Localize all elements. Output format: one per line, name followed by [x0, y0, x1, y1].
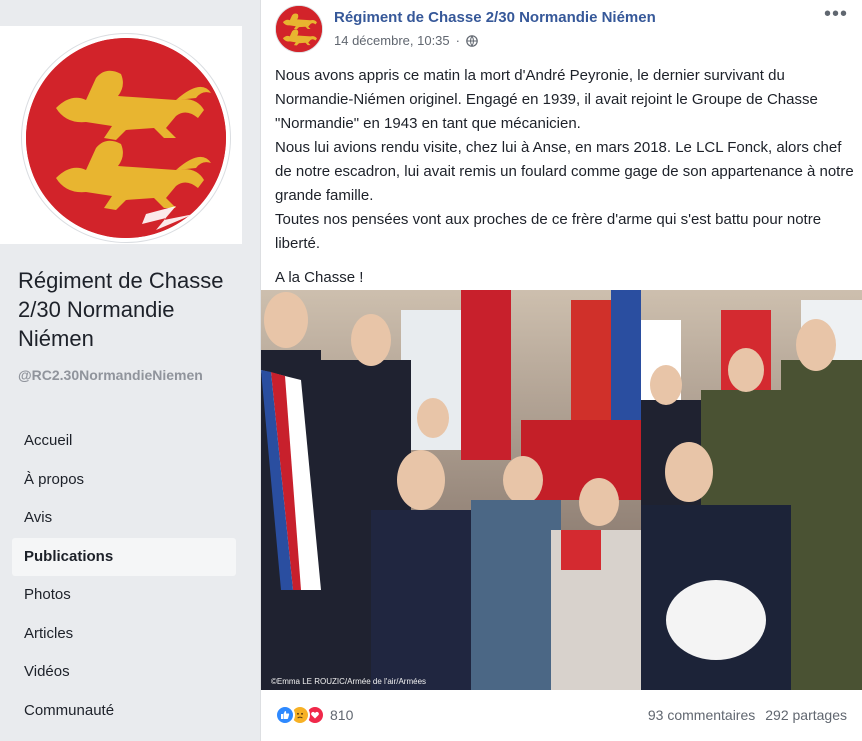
nav-item-avis[interactable]: Avis [12, 499, 236, 538]
more-options-icon[interactable]: ••• [824, 4, 848, 24]
normandy-lions-logo [276, 6, 322, 52]
nav-item-publications[interactable]: Publications [12, 537, 236, 576]
post-card: Régiment de Chasse 2/30 Normandie Niémen… [260, 0, 862, 741]
like-reaction-icon [275, 705, 295, 725]
profile-picture-container [0, 26, 242, 244]
nav-item-videos[interactable]: Vidéos [12, 653, 236, 692]
post-author-avatar[interactable] [275, 5, 323, 53]
nav-item-photos[interactable]: Photos [12, 576, 236, 615]
page-nav: Accueil À propos Avis Publications Photo… [12, 422, 236, 730]
post-footer: 810 93 commentaires 292 partages [261, 692, 862, 738]
post-paragraph: Toutes nos pensées vont aux proches de c… [275, 211, 822, 252]
nav-item-a-propos[interactable]: À propos [12, 461, 236, 500]
reaction-summary[interactable]: 810 [275, 705, 353, 725]
post-timestamp[interactable]: 14 décembre, 10:35 [334, 33, 450, 48]
post-paragraph: Nous lui avions rendu visite, chez lui à… [275, 139, 854, 204]
profile-picture[interactable] [22, 34, 230, 242]
engagement-counts: 93 commentaires 292 partages [648, 707, 847, 723]
normandy-lions-logo [26, 38, 226, 238]
left-sidebar: Régiment de Chasse 2/30 Normandie Niémen… [0, 0, 248, 741]
facebook-page: Régiment de Chasse 2/30 Normandie Niémen… [0, 0, 862, 741]
nav-item-communaute[interactable]: Communauté [12, 692, 236, 731]
group-photo-image [261, 290, 862, 690]
post-body: Nous avons appris ce matin la mort d'And… [275, 64, 855, 290]
post-photo[interactable]: ©Emma LE ROUZIC/Armée de l'air/Armées [261, 290, 862, 690]
post-author-link[interactable]: Régiment de Chasse 2/30 Normandie Niémen [334, 9, 656, 26]
comments-count[interactable]: 93 commentaires [648, 707, 755, 723]
page-title[interactable]: Régiment de Chasse 2/30 Normandie Niémen [18, 266, 238, 353]
globe-icon[interactable] [466, 34, 478, 47]
post-meta: 14 décembre, 10:35 · [334, 33, 478, 48]
nav-item-articles[interactable]: Articles [12, 615, 236, 654]
shares-count[interactable]: 292 partages [765, 707, 847, 723]
post-paragraph: A la Chasse ! [275, 269, 364, 286]
reaction-count[interactable]: 810 [330, 707, 353, 723]
page-handle: @RC2.30NormandieNiemen [18, 367, 203, 383]
post-paragraph: Nous avons appris ce matin la mort d'And… [275, 67, 818, 132]
photo-credit: ©Emma LE ROUZIC/Armée de l'air/Armées [271, 677, 427, 686]
nav-item-accueil[interactable]: Accueil [12, 422, 236, 461]
